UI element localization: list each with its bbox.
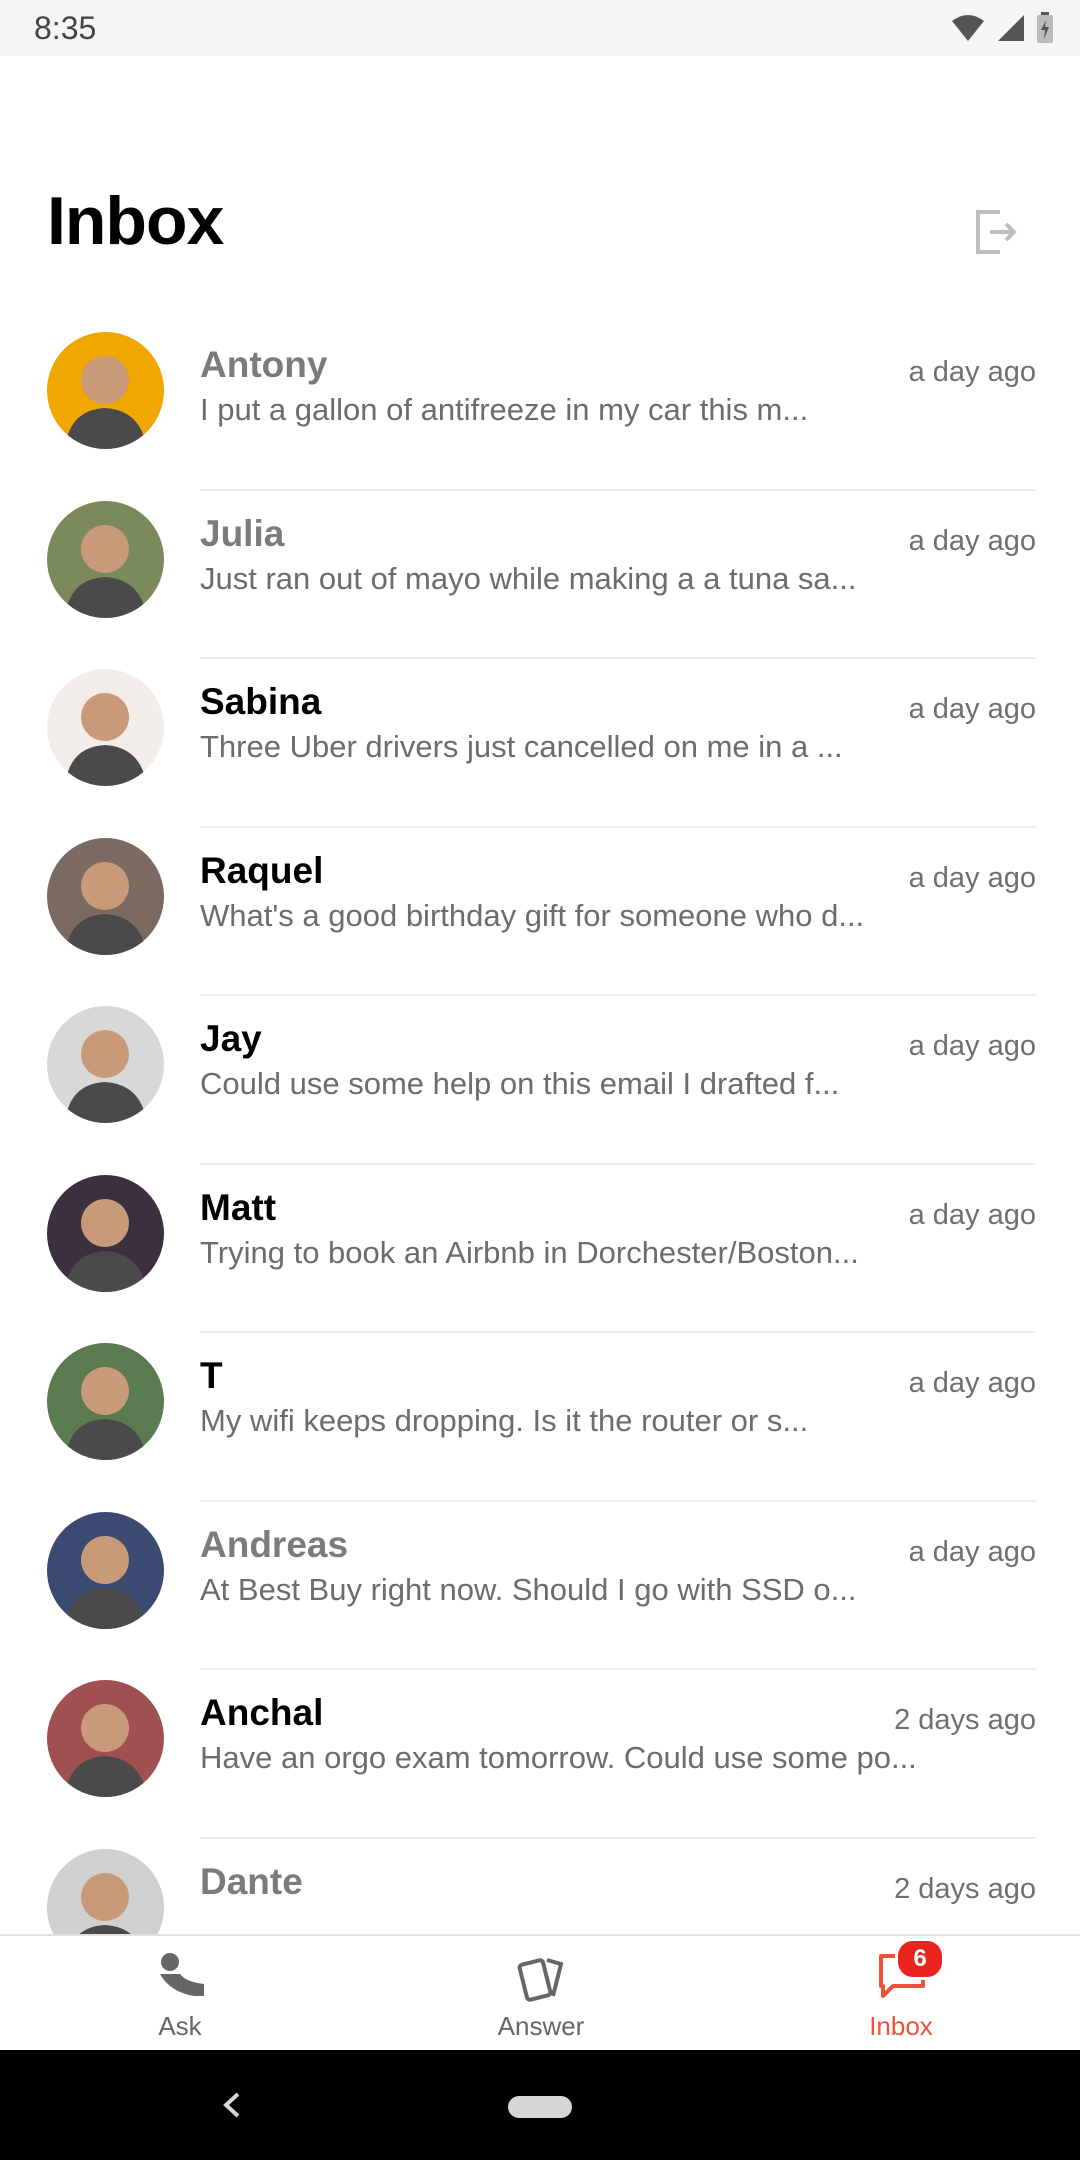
avatar[interactable] xyxy=(47,669,164,786)
message-time: 2 days ago xyxy=(894,1704,1036,1736)
cellular-signal-icon xyxy=(998,15,1024,41)
avatar[interactable] xyxy=(47,1511,164,1629)
contact-name: Matt xyxy=(200,1186,277,1228)
list-item[interactable]: Andreas a day ago At Best Buy right now. S… xyxy=(0,1502,1080,1670)
message-time: a day ago xyxy=(908,861,1036,894)
avatar[interactable] xyxy=(47,500,164,618)
message-time: 2 days ago xyxy=(894,1872,1036,1905)
message-time: a day ago xyxy=(908,1030,1036,1062)
message-time: a day ago xyxy=(908,356,1036,388)
back-icon[interactable] xyxy=(218,2088,246,2122)
avatar[interactable] xyxy=(47,1680,164,1797)
message-preview: Trying to book an Airbnb in Dorchester/B… xyxy=(200,1234,859,1270)
message-preview: I put a gallon of antifreeze in my car t… xyxy=(200,392,809,427)
list-item[interactable]: Raquel a day ago What's a good birthday gi… xyxy=(0,828,1080,996)
contact-name: Anchal xyxy=(200,1692,324,1733)
contact-name: Raquel xyxy=(200,849,324,891)
unread-badge: 6 xyxy=(895,1938,945,1980)
system-nav-bar xyxy=(0,2050,1080,2160)
avatar[interactable] xyxy=(47,1848,164,1934)
avatar[interactable] xyxy=(47,837,164,955)
message-preview: Have an orgo exam tomorrow. Could use so… xyxy=(200,1740,917,1775)
home-button[interactable] xyxy=(508,2096,572,2118)
list-item[interactable]: Matt a day ago Trying to book an Airbnb in… xyxy=(0,1165,1080,1333)
nav-item-answer[interactable]: Answer xyxy=(441,1936,641,2052)
conversation-list[interactable]: Antony a day ago I put a gallon of antifre… xyxy=(0,322,1080,1934)
status-bar: 8:35 xyxy=(0,0,1080,56)
list-item[interactable]: Ta day ago My wifi keeps dropping. Is it … xyxy=(0,1333,1080,1502)
message-preview: What's a good birthday gift for someone … xyxy=(200,897,865,933)
list-item[interactable]: Antony a day ago I put a gallon of antifre… xyxy=(0,322,1080,491)
message-preview: Could use some help on this email I draf… xyxy=(200,1066,840,1101)
contact-name: T xyxy=(200,1355,223,1396)
battery-icon xyxy=(1037,12,1053,43)
wifi-icon xyxy=(952,15,984,41)
nav-label-inbox: Inbox xyxy=(869,2011,933,2041)
message-time: a day ago xyxy=(908,1535,1036,1568)
list-item[interactable]: Jay a day ago Could use some help on this … xyxy=(0,996,1080,1165)
message-time: a day ago xyxy=(908,1367,1036,1399)
list-item[interactable]: Anchal 2 days ago Have an orgo exam tomorr… xyxy=(0,1670,1080,1839)
person-call-icon xyxy=(160,1953,204,1996)
nav-label-answer: Answer xyxy=(497,2011,585,2041)
avatar[interactable] xyxy=(47,332,164,449)
message-preview: At Best Buy right now. Should I go with … xyxy=(200,1571,857,1607)
list-item[interactable]: Sabina a day ago Three Uber drivers just c… xyxy=(0,659,1080,828)
nav-label-ask: Ask xyxy=(158,2011,202,2041)
page-title: Inbox xyxy=(47,183,224,259)
nav-item-ask[interactable]: Ask xyxy=(80,1936,280,2052)
contact-name: Sabina xyxy=(200,681,322,722)
list-item[interactable]: Julia a day ago Just ran out of mayo while… xyxy=(0,491,1080,659)
contact-name: Julia xyxy=(200,512,285,554)
avatar[interactable] xyxy=(47,1343,164,1460)
bottom-nav: Ask Answer 6 Inbox xyxy=(0,1934,1080,2052)
message-preview: Just ran out of mayo while making a a tu… xyxy=(200,560,857,596)
contact-name: Antony xyxy=(200,344,328,385)
message-time: a day ago xyxy=(908,1198,1036,1231)
message-preview: My wifi keeps dropping. Is it the router… xyxy=(200,1403,809,1438)
list-item[interactable]: Dante 2 days ago xyxy=(0,1839,1080,1934)
avatar[interactable] xyxy=(47,1006,164,1123)
message-time: a day ago xyxy=(908,693,1036,725)
contact-name: Jay xyxy=(200,1018,262,1059)
contact-name: Dante xyxy=(200,1860,303,1902)
status-time: 8:35 xyxy=(34,10,97,46)
cards-icon xyxy=(517,1958,564,2002)
nav-item-inbox[interactable]: 6 Inbox xyxy=(801,1936,1001,2052)
message-preview: Three Uber drivers just cancelled on me … xyxy=(200,729,843,764)
avatar[interactable] xyxy=(47,1174,164,1292)
contact-name: Andreas xyxy=(200,1523,349,1565)
message-time: a day ago xyxy=(908,524,1036,557)
logout-icon[interactable] xyxy=(974,208,1018,256)
